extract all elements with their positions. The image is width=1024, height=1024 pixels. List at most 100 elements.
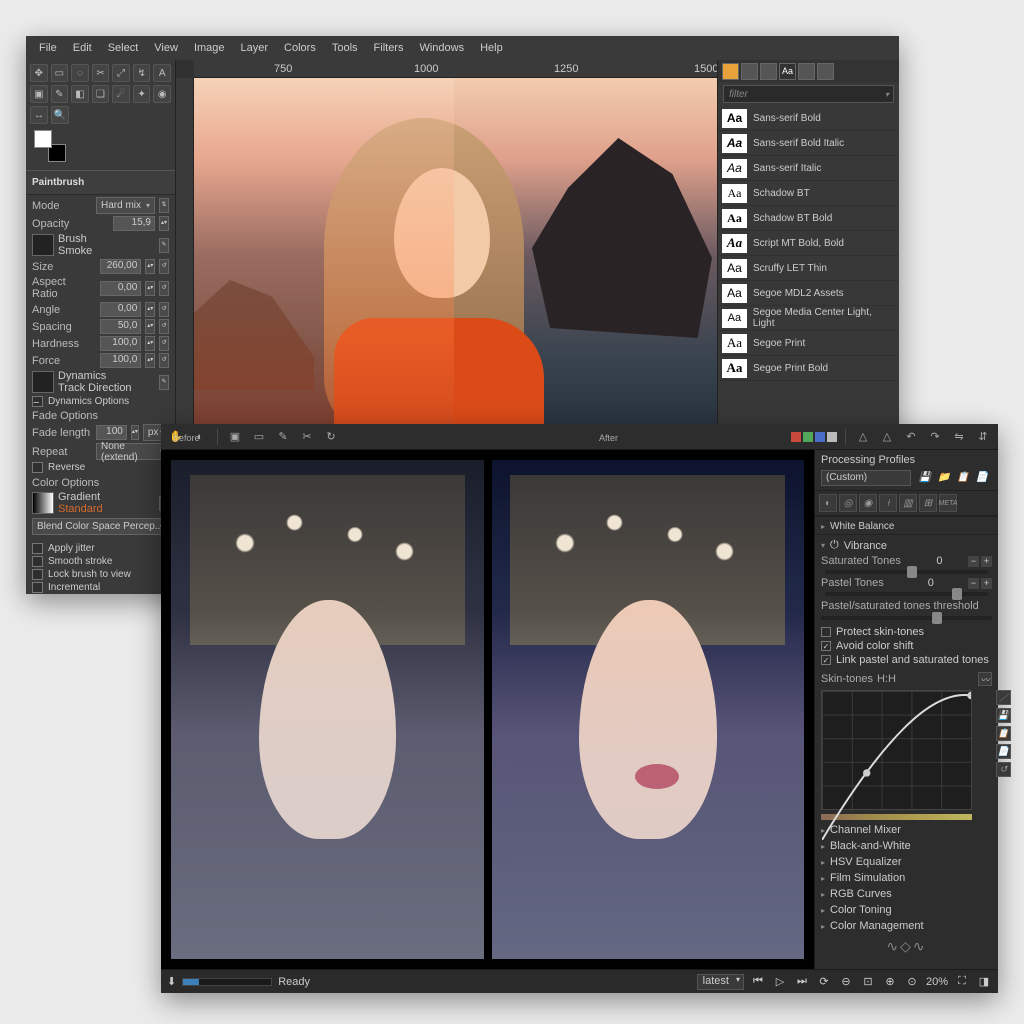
rect-select-icon[interactable]: ▭ <box>51 64 69 82</box>
menu-file[interactable]: File <box>32 39 64 57</box>
spot-icon[interactable]: ✎ <box>274 428 292 446</box>
pastel-slider[interactable] <box>825 592 988 596</box>
mode-switch-icon[interactable]: ⇅ <box>159 198 169 213</box>
font-item-7[interactable]: AaSegoe MDL2 Assets <box>718 281 899 306</box>
menu-help[interactable]: Help <box>473 39 510 57</box>
curve-copy-icon[interactable]: 📋 <box>996 726 1011 741</box>
zoom-in-icon[interactable]: ⊕ <box>882 974 898 990</box>
param-5-value[interactable]: 100,0 <box>100 353 141 368</box>
sync-icon[interactable]: ⟳ <box>816 974 832 990</box>
check-3[interactable] <box>32 582 43 593</box>
mode-select[interactable]: Hard mix <box>96 197 155 214</box>
module-1[interactable]: Black-and-White <box>815 838 998 854</box>
fg-bg-swatch[interactable] <box>34 130 66 162</box>
eraser-tool-icon[interactable]: ◧ <box>71 85 89 103</box>
crop-tool-icon[interactable]: ✂ <box>298 428 316 446</box>
opacity-value[interactable]: 15,9 <box>113 216 155 231</box>
queue-icon[interactable]: ⬇ <box>167 975 176 988</box>
panel-toggle-icon[interactable]: ◨ <box>976 974 992 990</box>
tab-exposure-icon[interactable]: ◐ <box>819 494 837 512</box>
param-1-reset-icon[interactable]: ↺ <box>159 281 169 296</box>
tab-color-icon[interactable]: ◉ <box>859 494 877 512</box>
tone-curve[interactable] <box>821 690 972 810</box>
menu-select[interactable]: Select <box>101 39 146 57</box>
curve-reset-icon[interactable]: ↺ <box>996 762 1011 777</box>
font-item-0[interactable]: AaSans-serif Bold <box>718 106 899 131</box>
saturated-slider[interactable] <box>825 570 988 574</box>
profile-folder-icon[interactable]: 📁 <box>937 471 951 485</box>
sat-plus[interactable]: + <box>981 556 992 567</box>
tab-fonts-icon[interactable] <box>722 63 739 80</box>
module-3[interactable]: Film Simulation <box>815 870 998 886</box>
font-item-8[interactable]: AaSegoe Media Center Light, Light <box>718 306 899 331</box>
tab-detail-icon[interactable]: ◎ <box>839 494 857 512</box>
power-icon[interactable]: ⏻ <box>830 539 839 552</box>
next-icon[interactable]: ⏭ <box>794 974 810 990</box>
flip-h-icon[interactable]: ⇋ <box>950 428 968 446</box>
param-4-value[interactable]: 100,0 <box>100 336 141 351</box>
fg-color-swatch[interactable] <box>34 130 52 148</box>
menu-layer[interactable]: Layer <box>234 39 276 57</box>
font-item-9[interactable]: AaSegoe Print <box>718 331 899 356</box>
menu-image[interactable]: Image <box>187 39 232 57</box>
font-item-3[interactable]: AaSchadow BT <box>718 181 899 206</box>
zoom-tool-icon[interactable]: 🔍 <box>51 106 69 124</box>
param-4-reset-icon[interactable]: ↺ <box>159 336 169 351</box>
dyn-options-toggle[interactable]: − <box>32 396 43 407</box>
reverse-checkbox[interactable] <box>32 462 43 473</box>
tab-raw-icon[interactable]: ⊞ <box>919 494 937 512</box>
rotate-icon[interactable]: ↻ <box>322 428 340 446</box>
param-5-reset-icon[interactable]: ↺ <box>159 353 169 368</box>
dynamics-edit-icon[interactable]: ✎ <box>159 375 169 390</box>
opacity-spinner[interactable]: ▴▾ <box>159 216 169 231</box>
straighten-icon[interactable]: ▭ <box>250 428 268 446</box>
measure-tool-icon[interactable]: ↔ <box>30 106 48 124</box>
module-2[interactable]: HSV Equalizer <box>815 854 998 870</box>
crop-tool-icon[interactable]: ✂ <box>92 64 110 82</box>
tab-transform-icon[interactable]: ▥ <box>899 494 917 512</box>
font-item-4[interactable]: AaSchadow BT Bold <box>718 206 899 231</box>
clip-warn2-icon[interactable]: △ <box>878 428 896 446</box>
zoom-out-icon[interactable]: ⊖ <box>838 974 854 990</box>
threshold-slider[interactable] <box>821 616 992 620</box>
sat-minus[interactable]: − <box>968 556 979 567</box>
param-2-spinner[interactable]: ▴▾ <box>145 302 155 317</box>
curve-paste-icon[interactable]: 📄 <box>996 744 1011 759</box>
pas-minus[interactable]: − <box>968 578 979 589</box>
protect-skin-checkbox[interactable] <box>821 627 831 637</box>
fullscreen-icon[interactable]: ⛶ <box>954 974 970 990</box>
profile-copy-icon[interactable]: 📋 <box>956 471 970 485</box>
menu-view[interactable]: View <box>147 39 185 57</box>
param-3-value[interactable]: 50,0 <box>100 319 141 334</box>
param-0-reset-icon[interactable]: ↺ <box>159 259 169 274</box>
check-0[interactable] <box>32 543 43 554</box>
menu-filters[interactable]: Filters <box>367 39 411 57</box>
tab-doc-icon[interactable] <box>741 63 758 80</box>
font-item-5[interactable]: AaScript MT Bold, Bold <box>718 231 899 256</box>
flip-v-icon[interactable]: ⇵ <box>974 428 992 446</box>
clip-warn-icon[interactable]: △ <box>854 428 872 446</box>
bucket-fill-icon[interactable]: ▣ <box>30 85 48 103</box>
param-2-reset-icon[interactable]: ↺ <box>159 302 169 317</box>
menu-windows[interactable]: Windows <box>412 39 471 57</box>
curve-save-icon[interactable]: 💾 <box>996 708 1011 723</box>
param-5-spinner[interactable]: ▴▾ <box>145 353 155 368</box>
pas-plus[interactable]: + <box>981 578 992 589</box>
snapshot-select[interactable]: latest <box>697 974 744 990</box>
tab-meta-icon[interactable]: META <box>939 494 957 512</box>
tab-advanced-icon[interactable]: ⟊ <box>879 494 897 512</box>
move-tool-icon[interactable]: ✥ <box>30 64 48 82</box>
text-tool-icon[interactable]: A <box>153 64 171 82</box>
tab-gradient-icon[interactable] <box>817 63 834 80</box>
check-2[interactable] <box>32 569 43 580</box>
paintbrush-icon[interactable]: ✎ <box>51 85 69 103</box>
font-item-2[interactable]: AaSans-serif Italic <box>718 156 899 181</box>
param-1-value[interactable]: 0,00 <box>100 281 141 296</box>
brush-edit-icon[interactable]: ✎ <box>159 238 169 253</box>
profile-select[interactable]: (Custom) <box>821 470 911 486</box>
font-item-1[interactable]: AaSans-serif Bold Italic <box>718 131 899 156</box>
param-0-spinner[interactable]: ▴▾ <box>145 259 155 274</box>
curve-type-icon[interactable]: 〰 <box>978 672 992 686</box>
param-1-spinner[interactable]: ▴▾ <box>145 281 155 296</box>
menu-edit[interactable]: Edit <box>66 39 99 57</box>
